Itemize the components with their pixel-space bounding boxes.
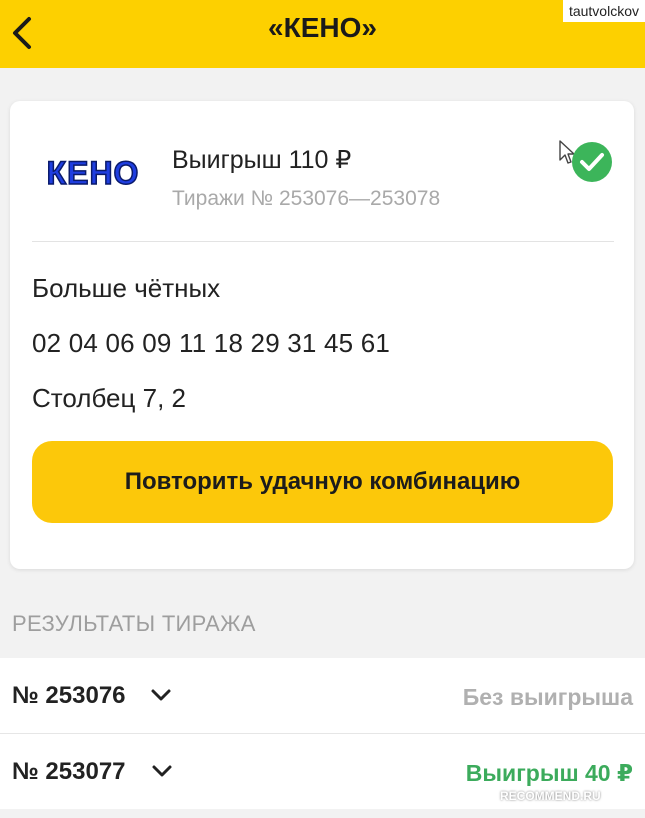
repeat-combination-button[interactable]: Повторить удачную комбинацию bbox=[32, 441, 613, 523]
draw-number: № 253076 bbox=[12, 682, 126, 709]
ticket-card: КЕНО Выигрыш 110 ₽ Тиражи № 253076—25307… bbox=[10, 101, 634, 569]
watermark-site: RECOMMEND.RU bbox=[500, 789, 601, 803]
draw-status: Без выигрыша bbox=[462, 684, 633, 710]
card-divider bbox=[32, 241, 614, 242]
app-header: «КЕНО» tautvolckov bbox=[0, 0, 645, 68]
ticket-prize: Выигрыш 110 ₽ bbox=[172, 146, 352, 174]
draw-status: Выигрыш 40 ₽ bbox=[465, 760, 633, 786]
draw-number: № 253077 bbox=[12, 758, 126, 785]
chevron-down-icon[interactable] bbox=[151, 764, 173, 778]
ticket-draws: Тиражи № 253076—253078 bbox=[172, 187, 441, 210]
bet-numbers: 02 04 06 09 11 18 29 31 45 61 bbox=[32, 328, 391, 358]
keno-logo: КЕНО bbox=[46, 154, 140, 192]
bet-type: Больше чётных bbox=[32, 273, 221, 303]
bet-column: Столбец 7, 2 bbox=[32, 383, 186, 413]
result-row[interactable]: № 253076 Без выигрыша bbox=[0, 658, 645, 733]
chevron-down-icon[interactable] bbox=[150, 688, 172, 702]
watermark-username: tautvolckov bbox=[562, 0, 645, 22]
page-title: «КЕНО» bbox=[268, 12, 377, 43]
check-circle-icon bbox=[572, 142, 612, 182]
svg-text:КЕНО: КЕНО bbox=[47, 155, 140, 191]
results-section-title: РЕЗУЛЬТАТЫ ТИРАЖА bbox=[12, 611, 256, 636]
